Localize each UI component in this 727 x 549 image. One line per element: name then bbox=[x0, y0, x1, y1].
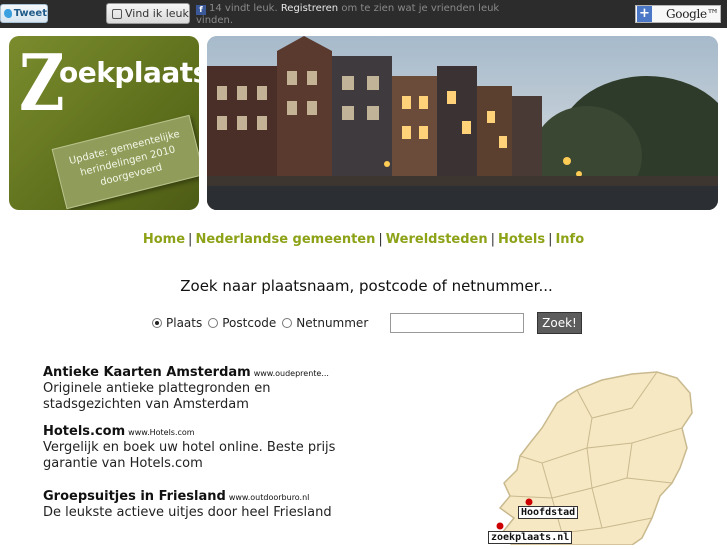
ad-title[interactable]: Hotels.com bbox=[43, 424, 125, 439]
amsterdam-canal-photo bbox=[207, 36, 718, 210]
search-button[interactable]: Zoek! bbox=[537, 312, 582, 334]
search-type-options: Plaats Postcode Netnummer bbox=[152, 312, 374, 334]
map-label-site: zoekplaats.nl bbox=[488, 531, 573, 544]
plus-icon: + bbox=[637, 6, 652, 22]
radio-unselected-icon bbox=[208, 318, 219, 328]
facebook-icon: f bbox=[196, 5, 206, 15]
site-logo[interactable]: Z oekplaats Update: gemeentelijke herind… bbox=[9, 36, 199, 210]
map-marker-capital bbox=[525, 498, 533, 506]
update-notice: Update: gemeentelijke herindelingen 2010… bbox=[51, 114, 199, 210]
nav-separator: | bbox=[378, 232, 383, 247]
facebook-like-count: f 14 vindt leuk. Registreren om te zien w… bbox=[196, 3, 526, 27]
nav-separator: | bbox=[490, 232, 496, 247]
logo-word: oekplaats bbox=[59, 56, 199, 89]
nav-info[interactable]: Info bbox=[555, 232, 584, 247]
facebook-like-button[interactable]: Vind ik leuk bbox=[106, 3, 190, 24]
ad-url[interactable]: www.outdoorburo.nl bbox=[229, 493, 310, 502]
map-marker-site bbox=[496, 522, 504, 530]
ad-title[interactable]: Groepsuitjes in Friesland bbox=[43, 489, 226, 504]
radio-postcode[interactable]: Postcode bbox=[208, 316, 276, 330]
search-input[interactable] bbox=[390, 313, 524, 333]
nav-separator: | bbox=[548, 232, 553, 247]
like-count-text: 14 vindt leuk. bbox=[209, 3, 278, 14]
radio-postcode-label: Postcode bbox=[222, 316, 277, 330]
logo-letter: Z bbox=[19, 38, 65, 129]
nav-hotels[interactable]: Hotels bbox=[498, 232, 545, 247]
nav-home[interactable]: Home bbox=[143, 232, 185, 247]
ad-block[interactable]: Groepsuitjes in Friesland www.outdoorburo… bbox=[43, 485, 363, 521]
netherlands-map[interactable]: Hoofdstad zoekplaats.nl bbox=[482, 368, 702, 546]
google-label: Google™ bbox=[666, 7, 719, 21]
ad-block[interactable]: Hotels.com www.Hotels.com Vergelijk en bo… bbox=[43, 420, 363, 472]
ad-title[interactable]: Antieke Kaarten Amsterdam bbox=[43, 365, 251, 380]
main-navigation: Home | Nederlandse gemeenten | Wereldsteden |… bbox=[0, 232, 727, 247]
radio-selected-icon bbox=[152, 318, 162, 328]
radio-netnummer[interactable]: Netnummer bbox=[282, 316, 368, 330]
radio-plaats[interactable]: Plaats bbox=[152, 316, 202, 330]
tweet-label: Tweet bbox=[13, 8, 47, 19]
map-label-capital: Hoofdstad bbox=[518, 506, 579, 519]
social-toolbar: Tweet Vind ik leuk f 14 vindt leuk. Regis… bbox=[0, 0, 727, 28]
tweet-button[interactable]: Tweet bbox=[0, 4, 48, 23]
facebook-register-link[interactable]: Registreren bbox=[281, 3, 338, 14]
nav-separator: | bbox=[188, 232, 193, 247]
ad-block[interactable]: Antieke Kaarten Amsterdam www.oudeprente.… bbox=[43, 361, 363, 413]
ad-title-line: Antieke Kaarten Amsterdam www.oudeprente.… bbox=[43, 361, 363, 380]
ad-description: Originele antieke plattegronden en stads… bbox=[43, 381, 271, 412]
radio-plaats-label: Plaats bbox=[166, 316, 203, 330]
search-heading: Zoek naar plaatsnaam, postcode of netnum… bbox=[180, 277, 553, 295]
twitter-bird-icon bbox=[4, 9, 12, 18]
google-plus-button[interactable]: + Google™ bbox=[635, 5, 721, 23]
ad-url[interactable]: www.Hotels.com bbox=[128, 428, 194, 437]
radio-unselected-icon bbox=[282, 318, 293, 328]
ad-url[interactable]: www.oudeprente... bbox=[254, 369, 329, 378]
thumbs-up-icon bbox=[112, 8, 122, 19]
like-label: Vind ik leuk bbox=[125, 7, 189, 20]
ad-description: Vergelijk en boek uw hotel online. Beste… bbox=[43, 440, 336, 471]
ad-title-line: Groepsuitjes in Friesland www.outdoorburo… bbox=[43, 485, 363, 504]
nav-nederlandse-gemeenten[interactable]: Nederlandse gemeenten bbox=[195, 232, 375, 247]
radio-netnummer-label: Netnummer bbox=[296, 316, 369, 330]
ad-description: De leukste actieve uitjes door heel Frie… bbox=[43, 505, 332, 520]
nav-wereldsteden[interactable]: Wereldsteden bbox=[386, 232, 488, 247]
ad-title-line: Hotels.com www.Hotels.com bbox=[43, 420, 363, 439]
